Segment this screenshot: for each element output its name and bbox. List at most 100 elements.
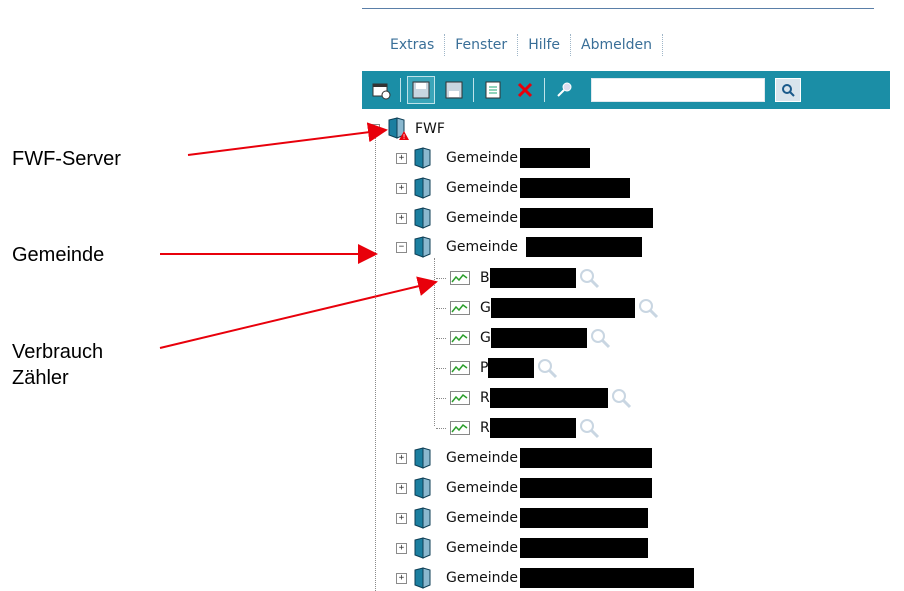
tree-node-meter[interactable]: B: [436, 266, 600, 290]
tree-guide-gemeinde: [434, 258, 435, 426]
tree-node-gemeinde[interactable]: + Gemeinde: [396, 476, 652, 500]
tree-connector: [436, 307, 446, 309]
menu-extras[interactable]: Extras: [380, 34, 446, 56]
tree-connector: [436, 337, 446, 339]
folder-icon: [414, 207, 431, 229]
tree-node-gemeinde[interactable]: + Gemeinde: [396, 506, 648, 530]
tree-node-gemeinde[interactable]: + Gemeinde: [396, 536, 648, 560]
tree-label-gemeinde[interactable]: Gemeinde: [446, 150, 518, 166]
new-window-icon: [372, 83, 391, 100]
tree-node-gemeinde[interactable]: + Gemeinde: [396, 566, 694, 590]
tree-label-gemeinde[interactable]: Gemeinde: [446, 210, 518, 226]
toolbar-separator: [544, 78, 545, 102]
delete-icon: [517, 82, 533, 98]
tree-node-gemeinde[interactable]: + Gemeinde: [396, 206, 653, 230]
redaction-bar: [519, 478, 652, 498]
tree-label-gemeinde[interactable]: Gemeinde: [446, 510, 518, 526]
delete-button[interactable]: [512, 77, 538, 103]
tree-label-gemeinde[interactable]: Gemeinde: [446, 180, 518, 196]
collapse-toggle[interactable]: −: [396, 241, 407, 253]
folder-icon: [414, 507, 431, 529]
tree-connector: [436, 367, 446, 369]
tree-label-root[interactable]: FWF: [415, 121, 445, 137]
meter-chart-icon: [450, 361, 470, 375]
redaction-bar: [519, 208, 653, 228]
magnifier-icon: [538, 359, 558, 379]
expand-toggle[interactable]: +: [396, 212, 407, 224]
collapse-toggle[interactable]: −: [369, 123, 380, 135]
expand-toggle[interactable]: +: [396, 512, 407, 524]
tree-node-gemeinde[interactable]: + Gemeinde: [396, 176, 630, 200]
tree-node-fwf[interactable]: −! FWF: [369, 117, 445, 141]
tree-connector: [436, 277, 446, 279]
menu-abmelden[interactable]: Abmelden: [571, 34, 664, 56]
magnifier-icon: [590, 329, 610, 349]
magnifier-icon: [579, 419, 599, 439]
folder-icon: [414, 147, 431, 169]
folder-icon: [414, 477, 431, 499]
tree-node-meter[interactable]: R: [436, 386, 632, 410]
tree-node-gemeinde[interactable]: + Gemeinde: [396, 146, 590, 170]
magnifier-icon: [579, 269, 599, 289]
tree-node-gemeinde-expanded[interactable]: − Gemeinde: [396, 235, 642, 259]
server-folder-icon: !: [388, 117, 409, 141]
tree-node-meter[interactable]: R: [436, 416, 600, 440]
annotation-zaehler: Zähler: [12, 367, 69, 389]
save-icon: [412, 81, 430, 99]
search-input[interactable]: [591, 78, 765, 102]
expand-toggle[interactable]: +: [396, 482, 407, 494]
meter-chart-icon: [450, 331, 470, 345]
menu-bar: Extras Fenster Hilfe Abmelden: [380, 28, 664, 62]
menu-fenster[interactable]: Fenster: [445, 34, 519, 56]
redaction-bar: [490, 328, 587, 348]
redaction-bar: [490, 298, 635, 318]
redaction-bar: [519, 448, 652, 468]
meter-chart-icon: [450, 391, 470, 405]
redaction-bar: [489, 388, 608, 408]
toolbar-separator: [400, 78, 401, 102]
tree-guide-root: [375, 136, 376, 591]
tree-label-meter[interactable]: G: [480, 300, 491, 316]
toolbar-separator: [473, 78, 474, 102]
expand-toggle[interactable]: +: [396, 152, 407, 164]
meter-chart-icon: [450, 271, 470, 285]
folder-icon: [414, 236, 431, 258]
expand-toggle[interactable]: +: [396, 572, 407, 584]
new-window-button[interactable]: [368, 77, 394, 103]
save-as-button[interactable]: [441, 77, 467, 103]
expand-toggle[interactable]: +: [396, 182, 407, 194]
tree-label-meter[interactable]: B: [480, 270, 490, 286]
magnifier-icon: [611, 389, 631, 409]
tree-label-meter[interactable]: P: [480, 360, 488, 376]
redaction-bar: [519, 568, 694, 588]
tree-label-meter[interactable]: R: [480, 390, 490, 406]
tree-label-gemeinde[interactable]: Gemeinde: [446, 480, 518, 496]
tree-node-meter[interactable]: G: [436, 326, 611, 350]
annotation-fwf-server: FWF-Server: [12, 148, 121, 170]
save-as-icon: [445, 81, 463, 99]
redaction-bar: [488, 358, 535, 378]
list-button[interactable]: [480, 77, 506, 103]
annotation-verbrauch: Verbrauch: [12, 341, 104, 363]
expand-toggle[interactable]: +: [396, 542, 407, 554]
tree-label-gemeinde[interactable]: Gemeinde: [446, 540, 518, 556]
pin-button[interactable]: [551, 77, 577, 103]
tree-label-meter[interactable]: G: [480, 330, 491, 346]
tree-node-meter[interactable]: G: [436, 296, 659, 320]
search-icon: [782, 84, 795, 97]
tree-label-gemeinde[interactable]: Gemeinde: [446, 570, 518, 586]
svg-text:!: !: [403, 133, 406, 141]
redaction-bar: [519, 538, 648, 558]
tree-node-gemeinde[interactable]: + Gemeinde: [396, 446, 652, 470]
folder-icon: [414, 447, 431, 469]
search-button[interactable]: [775, 78, 801, 102]
pin-icon: [557, 82, 572, 97]
tree-label-meter[interactable]: R: [480, 420, 490, 436]
tree-label-gemeinde[interactable]: Gemeinde: [446, 239, 518, 255]
tree-label-gemeinde[interactable]: Gemeinde: [446, 450, 518, 466]
expand-toggle[interactable]: +: [396, 452, 407, 464]
list-icon: [485, 81, 501, 99]
tree-node-meter[interactable]: P: [436, 356, 558, 380]
menu-hilfe[interactable]: Hilfe: [518, 34, 572, 56]
save-button[interactable]: [407, 76, 435, 104]
